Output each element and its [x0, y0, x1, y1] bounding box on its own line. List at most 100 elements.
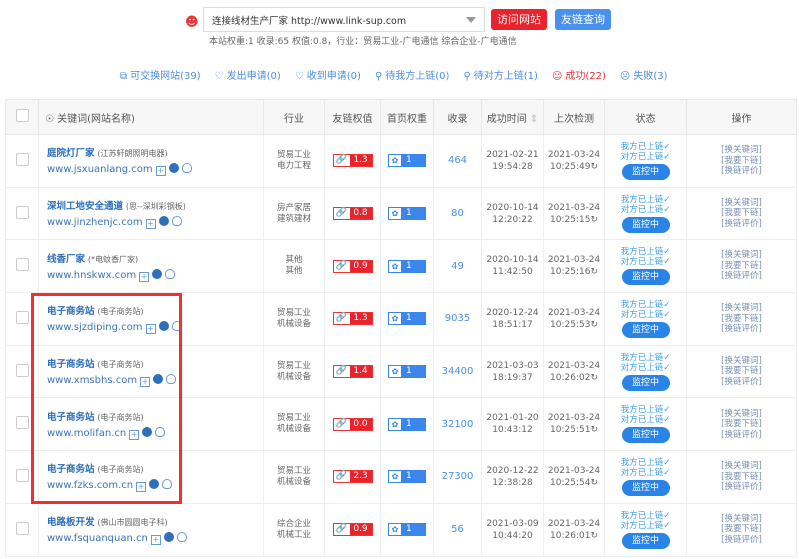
tab-4[interactable]: ⚲ 待对方上链(1): [463, 67, 538, 82]
select-all-checkbox[interactable]: [15, 109, 29, 122]
col-success-time[interactable]: 成功时间 ⇕: [481, 99, 544, 135]
change-keyword-link[interactable]: [换关键词]: [687, 198, 796, 209]
browser-icon[interactable]: [142, 426, 153, 437]
rate-link-link[interactable]: [换链评价]: [687, 430, 796, 441]
monitoring-button[interactable]: 监控中: [621, 427, 670, 444]
qq-icon[interactable]: [166, 374, 177, 385]
add-icon[interactable]: +: [129, 429, 140, 440]
refresh-icon[interactable]: ↻: [590, 373, 598, 383]
site-url[interactable]: www.fsquanquan.cn: [47, 533, 148, 544]
add-icon[interactable]: +: [139, 271, 150, 282]
row-checkbox[interactable]: [15, 468, 29, 482]
rate-link-link[interactable]: [换链评价]: [687, 219, 796, 230]
row-checkbox[interactable]: [15, 258, 29, 272]
remove-link-link[interactable]: [我要下链]: [687, 472, 796, 483]
site-url[interactable]: www.jsxuanlang.com: [47, 164, 153, 175]
refresh-icon[interactable]: ↻: [590, 478, 598, 488]
row-checkbox[interactable]: [15, 363, 29, 377]
site-url[interactable]: www.molifan.cn: [47, 428, 126, 439]
monitoring-button[interactable]: 监控中: [621, 374, 670, 391]
select-all[interactable]: [5, 99, 39, 135]
sort-icon[interactable]: ⇕: [530, 114, 538, 125]
qq-icon[interactable]: [171, 216, 182, 227]
keyword-link[interactable]: 电子商务站: [47, 412, 95, 423]
monitoring-button[interactable]: 监控中: [621, 269, 670, 286]
monitoring-button[interactable]: 监控中: [621, 163, 670, 180]
remove-link-link[interactable]: [我要下链]: [687, 419, 796, 430]
qq-icon[interactable]: [155, 426, 166, 437]
refresh-icon[interactable]: ↻: [590, 531, 598, 541]
tab-3[interactable]: ⚲ 待我方上链(0): [375, 67, 450, 82]
site-url[interactable]: www.sjzdiping.com: [47, 322, 143, 333]
remove-link-link[interactable]: [我要下链]: [687, 261, 796, 272]
keyword-link[interactable]: 电子商务站: [47, 464, 95, 475]
keyword-link[interactable]: 电子商务站: [47, 306, 95, 317]
browser-icon[interactable]: [168, 163, 179, 174]
keyword-link[interactable]: 电子商务站: [47, 359, 95, 370]
site-url[interactable]: www.fzks.com.cn: [47, 480, 133, 491]
monitoring-button[interactable]: 监控中: [621, 479, 670, 496]
browser-icon[interactable]: [152, 268, 163, 279]
site-url[interactable]: www.xmsbhs.com: [47, 375, 137, 386]
remove-link-link[interactable]: [我要下链]: [687, 314, 796, 325]
monitoring-button[interactable]: 监控中: [621, 321, 670, 338]
browser-icon[interactable]: [153, 374, 164, 385]
change-keyword-link[interactable]: [换关键词]: [687, 145, 796, 156]
qq-icon[interactable]: [181, 163, 192, 174]
keyword-link[interactable]: 深圳工地安全通道: [47, 201, 123, 212]
qq-icon[interactable]: [162, 479, 173, 490]
rate-link-link[interactable]: [换链评价]: [687, 482, 796, 493]
qq-icon[interactable]: [171, 321, 182, 332]
keyword-link[interactable]: 线香厂家: [47, 254, 85, 265]
change-keyword-link[interactable]: [换关键词]: [687, 461, 796, 472]
browser-icon[interactable]: [149, 479, 160, 490]
rate-link-link[interactable]: [换链评价]: [687, 271, 796, 282]
keyword-link[interactable]: 庭院灯厂家: [47, 148, 95, 159]
rate-link-link[interactable]: [换链评价]: [687, 377, 796, 388]
site-select[interactable]: 连接线材生产厂家 http://www.link-sup.com: [203, 7, 485, 32]
add-icon[interactable]: +: [155, 166, 166, 177]
keyword-link[interactable]: 电路板开发: [47, 517, 95, 528]
rate-link-link[interactable]: [换链评价]: [687, 535, 796, 546]
row-checkbox[interactable]: [15, 152, 29, 166]
refresh-icon[interactable]: ↻: [590, 425, 598, 435]
remove-link-link[interactable]: [我要下链]: [687, 366, 796, 377]
change-keyword-link[interactable]: [换关键词]: [687, 250, 796, 261]
rate-link-link[interactable]: [换链评价]: [687, 166, 796, 177]
site-url[interactable]: www.jinzhenjc.com: [47, 217, 143, 228]
browser-icon[interactable]: [158, 321, 169, 332]
remove-link-link[interactable]: [我要下链]: [687, 208, 796, 219]
tab-0[interactable]: ⧉ 可交换网站(39): [120, 67, 201, 82]
remove-link-link[interactable]: [我要下链]: [687, 524, 796, 535]
tab-6[interactable]: ☹ 失败(3): [620, 67, 668, 82]
add-icon[interactable]: +: [136, 482, 147, 493]
monitoring-button[interactable]: 监控中: [621, 532, 670, 549]
remove-link-link[interactable]: [我要下链]: [687, 156, 796, 167]
browser-icon[interactable]: [163, 532, 174, 543]
site-url[interactable]: www.hnskwx.com: [47, 270, 136, 281]
add-icon[interactable]: +: [145, 219, 156, 230]
change-keyword-link[interactable]: [换关键词]: [687, 356, 796, 367]
change-keyword-link[interactable]: [换关键词]: [687, 514, 796, 525]
change-keyword-link[interactable]: [换关键词]: [687, 409, 796, 420]
add-icon[interactable]: +: [145, 324, 156, 335]
change-keyword-link[interactable]: [换关键词]: [687, 303, 796, 314]
row-checkbox[interactable]: [15, 205, 29, 219]
qq-icon[interactable]: [176, 532, 187, 543]
refresh-icon[interactable]: ↻: [590, 320, 598, 330]
row-checkbox[interactable]: [15, 416, 29, 430]
visit-site-button[interactable]: 访问网站: [491, 9, 547, 30]
tab-1[interactable]: ♡ 发出申请(0): [215, 67, 281, 82]
refresh-icon[interactable]: ↻: [590, 267, 598, 277]
qq-icon[interactable]: [165, 268, 176, 279]
monitoring-button[interactable]: 监控中: [621, 216, 670, 233]
link-query-button[interactable]: 友链查询: [555, 9, 611, 30]
refresh-icon[interactable]: ↻: [590, 215, 598, 225]
refresh-icon[interactable]: ↻: [590, 162, 598, 172]
tab-5[interactable]: ☺ 成功(22): [552, 67, 606, 82]
add-icon[interactable]: +: [140, 377, 151, 388]
browser-icon[interactable]: [158, 216, 169, 227]
rate-link-link[interactable]: [换链评价]: [687, 324, 796, 335]
tab-2[interactable]: ♡ 收到申请(0): [295, 67, 361, 82]
row-checkbox[interactable]: [15, 521, 29, 535]
